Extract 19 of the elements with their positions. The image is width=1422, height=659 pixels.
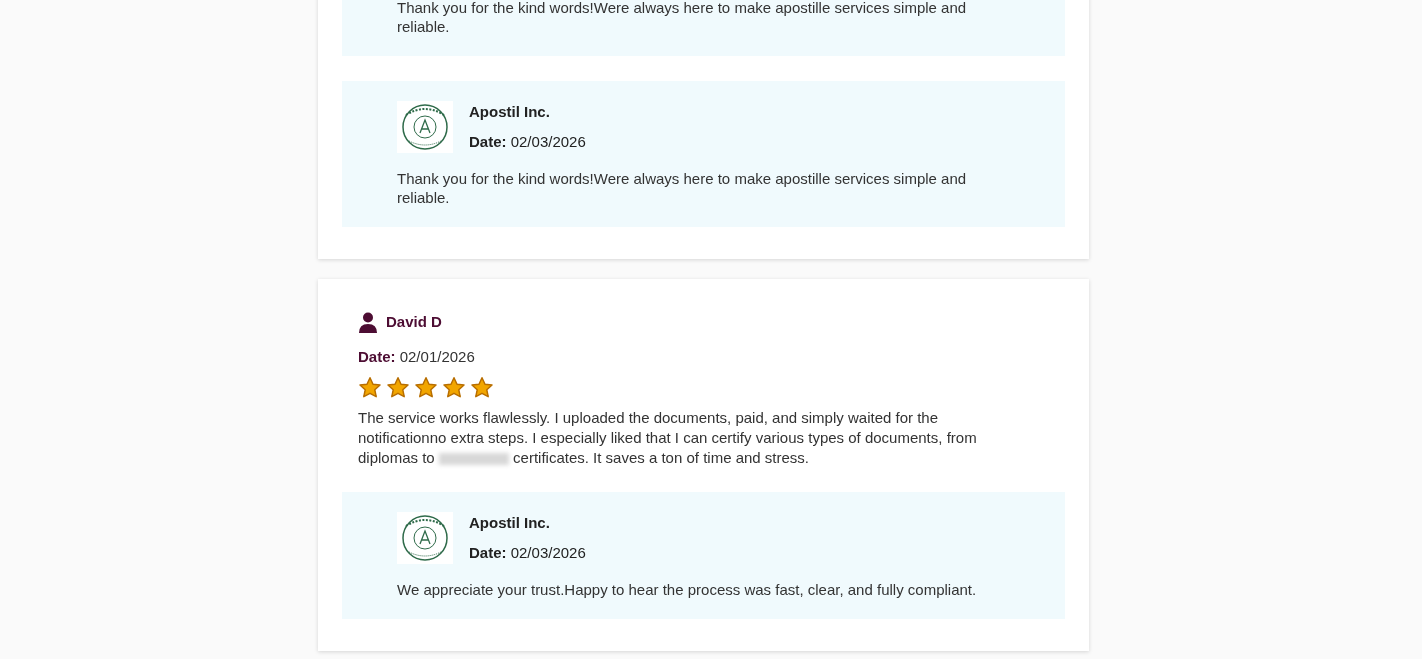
reply-author: Apostil Inc. xyxy=(469,102,551,122)
seal-logo-icon xyxy=(397,101,453,153)
reply-text: We appreciate your trust.Happy to hear the process was fast, clear, and fully compliant. xyxy=(397,580,978,599)
reply-text: Thank you for the kind words!Were always here to make apostille services simple and reliable. xyxy=(397,169,968,207)
star-icon xyxy=(414,376,438,400)
star-icon xyxy=(386,376,410,400)
star-icon xyxy=(442,376,466,400)
reviewer-name: David D xyxy=(386,312,442,332)
reply-author: Apostil Inc. xyxy=(469,513,551,533)
star-icon xyxy=(470,376,494,400)
reply-date: Date: 02/03/2026 xyxy=(469,132,586,152)
review-text: The service works flawlessly. I uploaded the documents, paid, and simply waited for the notificationno extra steps. I especially liked that I can certify various types of documents, from diplomas to certificates. It saves a ton of time and stress. xyxy=(358,408,978,468)
redacted-mark xyxy=(438,453,509,466)
star-icon xyxy=(358,376,382,400)
reply-date: Date: 02/03/2026 xyxy=(469,543,586,563)
seal-logo-icon xyxy=(397,512,453,564)
user-icon xyxy=(358,311,378,333)
review-date: Date: 02/01/2026 xyxy=(358,346,476,367)
reply-text: Thank you for the kind words!Were always here to make apostille services simple and reliable. xyxy=(397,0,968,36)
